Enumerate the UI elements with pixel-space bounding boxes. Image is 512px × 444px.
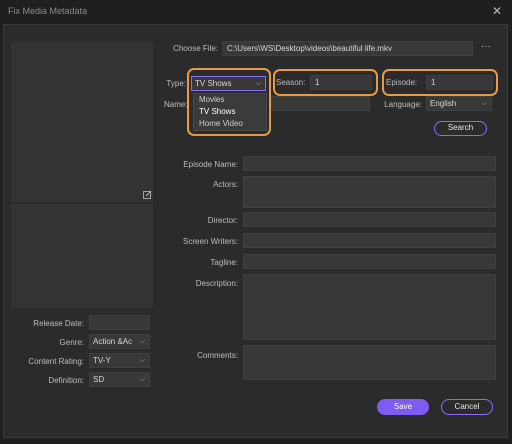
name-label: Name: xyxy=(164,100,188,109)
definition-select[interactable]: SD ⌵ xyxy=(89,372,150,387)
thumbnail-area xyxy=(11,204,153,308)
description-field[interactable] xyxy=(243,274,496,340)
chevron-down-icon: ⌵ xyxy=(255,80,261,87)
season-label: Season: xyxy=(276,78,306,87)
director-label: Director: xyxy=(207,216,238,225)
chevron-down-icon: ⌵ xyxy=(139,357,145,364)
type-option-home-video[interactable]: Home Video xyxy=(194,118,266,130)
file-path-field[interactable]: C:\Users\WS\Desktop\videos\beautiful lif… xyxy=(222,41,473,56)
language-label: Language: xyxy=(384,100,422,109)
episode-name-label: Episode Name: xyxy=(183,160,238,169)
genre-value: Action &Ac xyxy=(93,337,133,346)
screen-writers-label: Screen Writers: xyxy=(183,237,238,246)
language-value: English xyxy=(430,99,457,108)
actors-field[interactable] xyxy=(243,176,496,208)
close-icon[interactable]: ✕ xyxy=(490,4,504,18)
window-title: Fix Media Metadata xyxy=(8,6,88,16)
edit-icon[interactable] xyxy=(143,190,152,199)
chevron-down-icon: ⌵ xyxy=(139,335,145,348)
content-rating-select[interactable]: TV-Y ⌵ xyxy=(89,353,150,368)
release-date-label: Release Date: xyxy=(33,319,84,328)
season-field[interactable]: 1 xyxy=(310,75,372,90)
definition-label: Definition: xyxy=(48,376,84,385)
chevron-down-icon: ⌵ xyxy=(481,100,487,107)
genre-select[interactable]: Action &Ac ⌵ xyxy=(89,334,150,349)
director-field[interactable] xyxy=(243,212,496,227)
tagline-label: Tagline: xyxy=(210,258,238,267)
definition-value: SD xyxy=(93,375,105,384)
choose-file-label: Choose File: xyxy=(173,44,218,53)
name-field[interactable] xyxy=(271,96,370,111)
genre-label: Genre: xyxy=(59,338,84,347)
cancel-button[interactable]: Cancel xyxy=(441,399,493,415)
language-select[interactable]: English ⌵ xyxy=(426,96,492,111)
type-dropdown: Movies TV Shows Home Video xyxy=(193,93,267,131)
description-label: Description: xyxy=(195,279,238,288)
poster-area[interactable] xyxy=(11,42,153,202)
more-icon[interactable]: ··· xyxy=(478,41,494,54)
comments-label: Comments: xyxy=(197,351,238,360)
chevron-down-icon: ⌵ xyxy=(139,376,145,383)
episode-field[interactable]: 1 xyxy=(426,75,493,90)
type-option-movies[interactable]: Movies xyxy=(194,94,266,106)
type-value: TV Shows xyxy=(195,79,232,88)
actors-label: Actors: xyxy=(213,180,238,189)
save-button[interactable]: Save xyxy=(377,399,429,415)
content-rating-value: TV-Y xyxy=(93,356,111,365)
release-date-field[interactable] xyxy=(89,315,150,330)
episode-name-field[interactable] xyxy=(243,156,496,171)
search-button[interactable]: Search xyxy=(434,121,487,136)
comments-field[interactable] xyxy=(243,345,496,380)
type-option-tv-shows[interactable]: TV Shows xyxy=(194,106,266,118)
tagline-field[interactable] xyxy=(243,254,496,269)
type-label: Type: xyxy=(166,79,186,88)
screen-writers-field[interactable] xyxy=(243,233,496,248)
type-select[interactable]: TV Shows ⌵ xyxy=(191,76,266,91)
episode-label: Episode: xyxy=(386,78,418,87)
content-rating-label: Content Rating: xyxy=(28,357,84,366)
